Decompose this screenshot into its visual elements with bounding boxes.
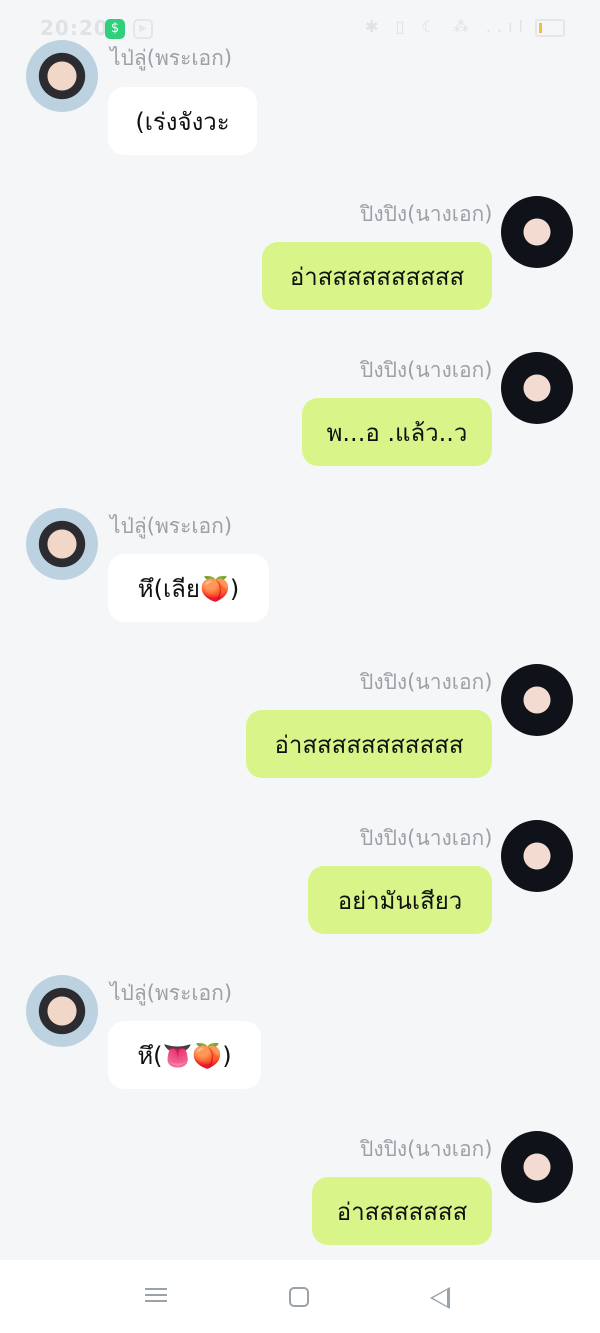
sender-name: ไป่ลู่(พระเอก)	[110, 981, 233, 1005]
status-bar: 20:20 $ ▶ ✱ ▯ ☾ ⁂ ..ıl	[0, 0, 600, 60]
avatar-lead-male[interactable]	[26, 975, 98, 1047]
battery-icon	[535, 18, 565, 37]
sender-name: ปิงปิง(นางเอก)	[360, 670, 493, 694]
avatar-lead-female[interactable]	[501, 352, 573, 424]
avatar-lead-male[interactable]	[26, 40, 98, 112]
avatar-lead-female[interactable]	[501, 196, 573, 268]
sender-name: ไป่ลู่(พระเอก)	[110, 514, 233, 538]
menu-icon[interactable]	[145, 1284, 167, 1302]
outgoing-message-bubble[interactable]: อ่าสสสสสสส	[312, 1177, 492, 1245]
outgoing-message-bubble[interactable]: อ่าสสสสสสสสสสส	[246, 710, 492, 778]
outgoing-message-bubble[interactable]: อ่าสสสสสสสสสส	[262, 242, 492, 310]
avatar-lead-female[interactable]	[501, 664, 573, 736]
notification-video-icon: ▶	[133, 19, 153, 39]
incoming-message-bubble[interactable]: หึ(👅🍑)	[108, 1021, 261, 1089]
status-time: 20:20	[40, 16, 109, 40]
sender-name: ปิงปิง(นางเอก)	[360, 1137, 493, 1161]
outgoing-message-bubble[interactable]: พ...อ .แล้ว..ว	[302, 398, 492, 466]
status-icons: ✱ ▯ ☾ ⁂ ..ıl	[365, 17, 565, 37]
avatar-lead-female[interactable]	[501, 820, 573, 892]
avatar-lead-male[interactable]	[26, 508, 98, 580]
incoming-message-bubble[interactable]: (เร่งจังวะ	[108, 87, 257, 155]
notification-app-icon: $	[105, 19, 125, 39]
avatar-lead-female[interactable]	[501, 1131, 573, 1203]
sender-name: ปิงปิง(นางเอก)	[360, 826, 493, 850]
back-icon[interactable]	[430, 1287, 450, 1309]
sender-name: ปิงปิง(นางเอก)	[360, 202, 493, 226]
sender-name: ปิงปิง(นางเอก)	[360, 358, 493, 382]
navigation-bar	[0, 1260, 600, 1333]
outgoing-message-bubble[interactable]: อย่ามันเสียว	[308, 866, 492, 934]
home-icon[interactable]	[289, 1287, 309, 1307]
sender-name: ไป่ลู่(พระเอก)	[110, 46, 233, 70]
incoming-message-bubble[interactable]: หึ(เลีย🍑)	[108, 554, 269, 622]
